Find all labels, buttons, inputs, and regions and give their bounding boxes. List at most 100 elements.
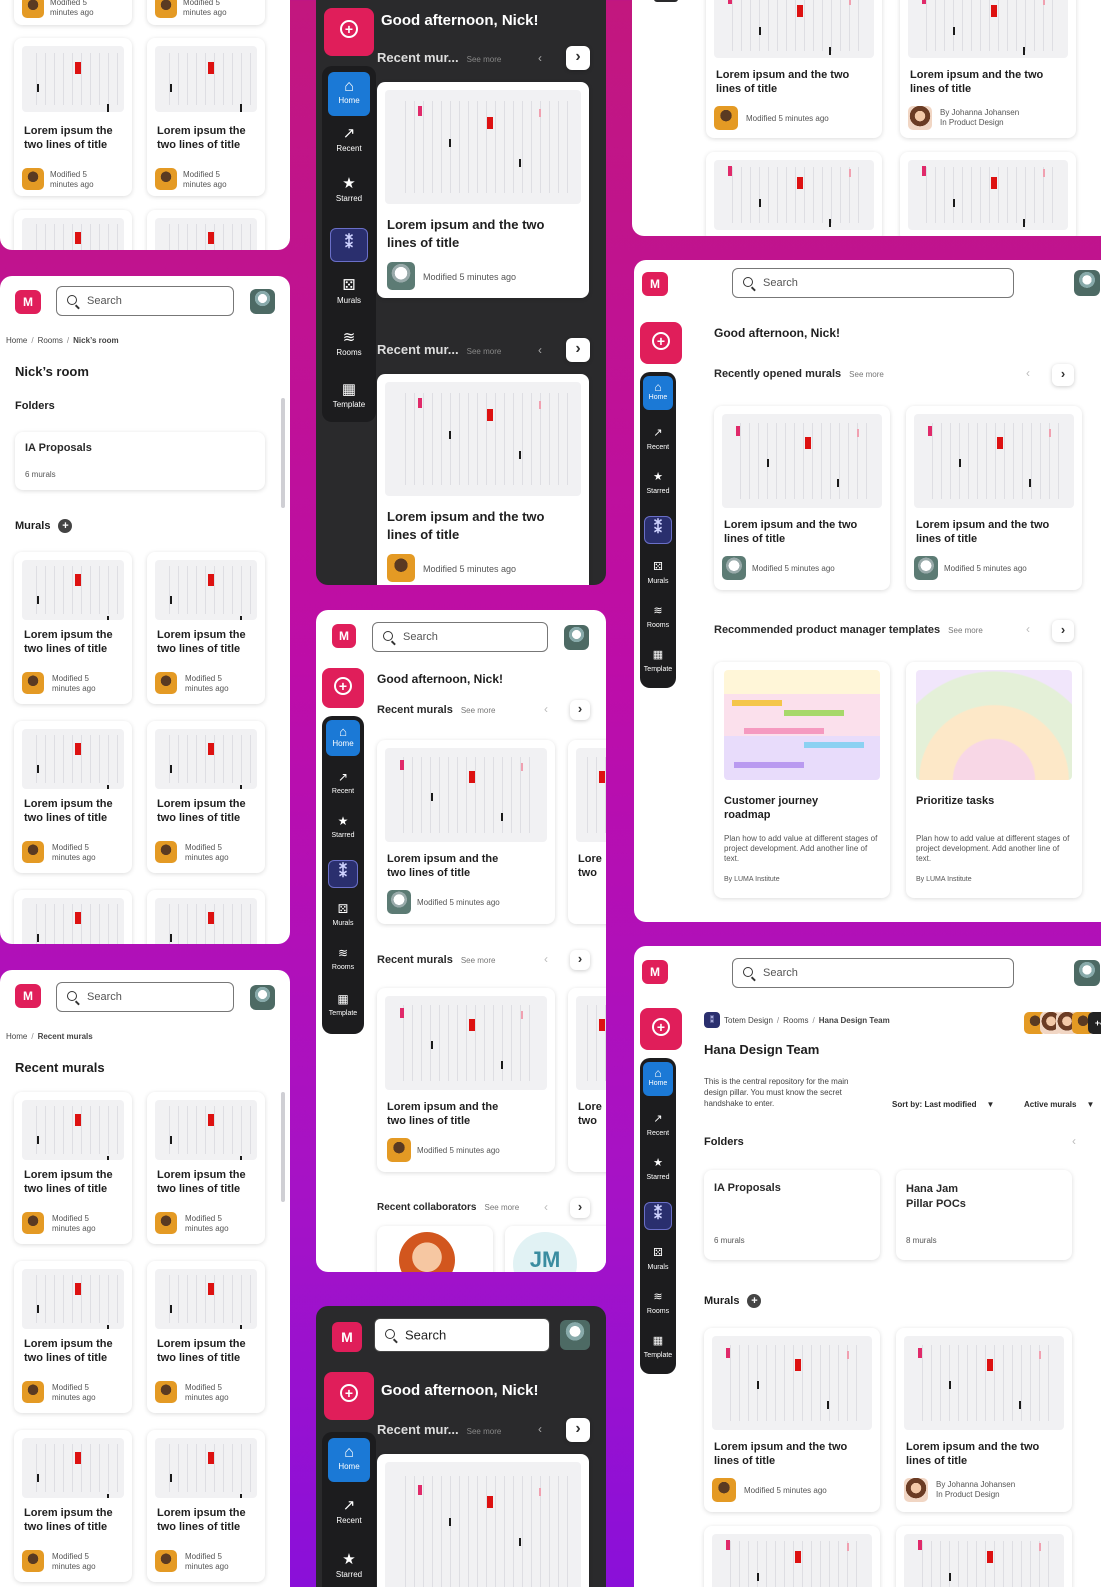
template-card[interactable]: Prioritize tasks Plan how to add value a… bbox=[906, 662, 1082, 898]
prev-arrow[interactable]: ‹ bbox=[538, 343, 542, 357]
mural-card[interactable]: Lore two bbox=[568, 740, 606, 924]
workspace-icon[interactable]: ⁑ bbox=[330, 228, 368, 262]
rail-recent[interactable]: ↗ Recent bbox=[640, 1112, 676, 1137]
folder-card[interactable]: IA Proposals 6 murals bbox=[704, 1170, 880, 1260]
prev-arrow[interactable]: ‹ bbox=[1026, 366, 1030, 380]
mural-card[interactable] bbox=[147, 890, 265, 944]
prev-arrow[interactable]: ‹ bbox=[544, 952, 548, 966]
mural-card[interactable] bbox=[14, 210, 132, 250]
user-avatar[interactable] bbox=[1074, 270, 1100, 296]
create-button[interactable]: + bbox=[324, 1372, 374, 1420]
user-avatar[interactable] bbox=[1074, 960, 1100, 986]
user-avatar[interactable] bbox=[560, 1320, 590, 1350]
rail-starred[interactable]: ★ Starred bbox=[640, 470, 676, 495]
rail-murals[interactable]: ⚄ Murals bbox=[322, 278, 376, 305]
rail-starred[interactable]: ★ Starred bbox=[322, 176, 376, 203]
create-button[interactable]: + bbox=[324, 8, 374, 56]
rail-template[interactable]: ▦ Template bbox=[322, 992, 364, 1017]
app-logo[interactable]: M bbox=[332, 1322, 362, 1352]
collaborator-card[interactable] bbox=[377, 1226, 493, 1272]
folder-card[interactable]: IA Proposals 6 murals bbox=[15, 432, 265, 490]
next-arrow[interactable]: › bbox=[1052, 620, 1074, 642]
next-arrow[interactable]: › bbox=[566, 46, 590, 70]
mural-card[interactable] bbox=[704, 1526, 880, 1587]
prev-arrow[interactable]: ‹ bbox=[1026, 622, 1030, 636]
rail-template[interactable]: ▦ Template bbox=[322, 382, 376, 409]
rail-template[interactable]: ▦ Template bbox=[640, 1334, 676, 1359]
app-logo[interactable]: M bbox=[332, 624, 356, 648]
add-mural-button[interactable]: + bbox=[747, 1294, 762, 1308]
workspace-icon[interactable]: ⁑ bbox=[644, 1202, 672, 1230]
mural-card[interactable]: Lorem ipsum the two lines of title Modif… bbox=[14, 721, 132, 873]
sort-dropdown[interactable]: Sort by: Last modified ▼ bbox=[892, 1100, 994, 1109]
next-arrow[interactable]: › bbox=[1052, 364, 1074, 386]
prev-arrow[interactable]: ‹ bbox=[538, 1422, 542, 1436]
app-logo[interactable]: M bbox=[642, 960, 668, 984]
prev-arrow[interactable]: ‹ bbox=[544, 1200, 548, 1214]
app-logo[interactable]: M bbox=[15, 984, 41, 1008]
mural-card[interactable]: Lorem ipsum and the two lines of title M… bbox=[714, 406, 890, 590]
rail-starred[interactable]: ★ Starred bbox=[322, 814, 364, 839]
rail-starred[interactable]: ★ Starred bbox=[640, 1156, 676, 1181]
next-arrow[interactable]: › bbox=[570, 950, 590, 970]
rail-recent[interactable]: ↗ Recent bbox=[322, 770, 364, 795]
filter-dropdown[interactable]: Active murals ▼ bbox=[1024, 1100, 1094, 1109]
rail-home[interactable]: ⌂ Home bbox=[643, 376, 673, 410]
mural-card[interactable] bbox=[896, 1526, 1072, 1587]
rail-murals[interactable]: ⚄ Murals bbox=[322, 902, 364, 927]
scrollbar[interactable] bbox=[281, 398, 285, 508]
workspace-icon[interactable]: ⁑ bbox=[328, 860, 358, 888]
next-arrow[interactable]: › bbox=[570, 700, 590, 720]
folder-card[interactable]: Hana Jam Pillar POCs 8 murals bbox=[896, 1170, 1072, 1260]
user-avatar[interactable] bbox=[250, 289, 275, 314]
mural-card[interactable] bbox=[900, 152, 1076, 236]
mural-card[interactable]: Lorem ipsum and the two lines of title M… bbox=[706, 0, 882, 138]
next-arrow[interactable]: › bbox=[570, 1198, 590, 1218]
create-button[interactable]: + bbox=[640, 322, 682, 364]
mural-card[interactable]: Lorem ipsum the two lines of title Modif… bbox=[147, 721, 265, 873]
create-button[interactable]: + bbox=[640, 1008, 682, 1050]
search-input[interactable]: Search bbox=[374, 1318, 550, 1352]
rail-murals[interactable]: ⚄ Murals bbox=[640, 1246, 676, 1271]
rail-rooms[interactable]: ≋ Rooms bbox=[322, 330, 376, 357]
rail-rooms[interactable]: ≋ Rooms bbox=[322, 946, 364, 971]
app-logo[interactable]: M bbox=[642, 272, 668, 296]
rail-recent[interactable]: ↗ Recent bbox=[322, 1498, 376, 1525]
create-button[interactable]: + bbox=[322, 668, 364, 708]
collaborator-card[interactable]: JM bbox=[505, 1226, 606, 1272]
mural-card[interactable]: Lorem ipsum the two lines of title Modif… bbox=[147, 1430, 265, 1582]
mural-card[interactable]: Modified 5 minutes ago bbox=[14, 0, 132, 25]
rail-home[interactable]: ⌂ Home bbox=[643, 1062, 673, 1096]
rail-rooms[interactable]: ≋ Rooms bbox=[640, 1290, 676, 1315]
mural-card[interactable] bbox=[14, 890, 132, 944]
search-input[interactable]: Search bbox=[732, 958, 1014, 988]
mural-card[interactable]: Lorem ipsum and the two lines of title M… bbox=[377, 988, 555, 1172]
user-avatar[interactable] bbox=[564, 625, 589, 650]
mural-card[interactable]: Lore two bbox=[568, 988, 606, 1172]
search-input[interactable]: Search bbox=[372, 622, 548, 652]
rail-rooms[interactable]: ≋ Rooms bbox=[640, 604, 676, 629]
scrollbar[interactable] bbox=[281, 1092, 285, 1202]
mural-card[interactable]: Lorem ipsum and the two lines of title M… bbox=[704, 1328, 880, 1512]
app-logo[interactable]: M bbox=[15, 290, 41, 314]
next-arrow[interactable]: › bbox=[566, 338, 590, 362]
next-arrow[interactable]: › bbox=[566, 1418, 590, 1442]
mural-card[interactable]: Modified 5 minutes ago bbox=[147, 0, 265, 25]
mural-card[interactable]: Lorem ipsum the two lines of title Modif… bbox=[14, 1430, 132, 1582]
mural-card[interactable]: Lorem ipsum and the two lines of title M… bbox=[377, 740, 555, 924]
mural-card[interactable]: Lorem ipsum and the two lines of title M… bbox=[906, 406, 1082, 590]
template-card[interactable]: Customer journey roadmap Plan how to add… bbox=[714, 662, 890, 898]
rail-template[interactable]: ▦ Template bbox=[640, 648, 676, 673]
search-input[interactable]: Search bbox=[56, 286, 234, 316]
mural-card[interactable] bbox=[147, 210, 265, 250]
rail-recent[interactable]: ↗ Recent bbox=[322, 126, 376, 153]
mural-card[interactable]: Lorem ipsum the two lines of title Modif… bbox=[147, 552, 265, 704]
prev-arrow[interactable]: ‹ bbox=[538, 51, 542, 65]
rail-recent[interactable]: ↗ Recent bbox=[640, 426, 676, 451]
mural-card[interactable]: Lorem ipsum the two lines of title Modif… bbox=[14, 552, 132, 704]
mural-card[interactable]: Lorem ipsum the two lines of title Modif… bbox=[147, 1092, 265, 1244]
mural-card[interactable]: Lorem ipsum and the two lines of title B… bbox=[896, 1328, 1072, 1512]
rail-home[interactable]: ⌂ Home bbox=[328, 1438, 370, 1482]
prev-arrow[interactable]: ‹ bbox=[544, 702, 548, 716]
mural-card[interactable]: Lorem ipsum the two lines of title Modif… bbox=[14, 1092, 132, 1244]
